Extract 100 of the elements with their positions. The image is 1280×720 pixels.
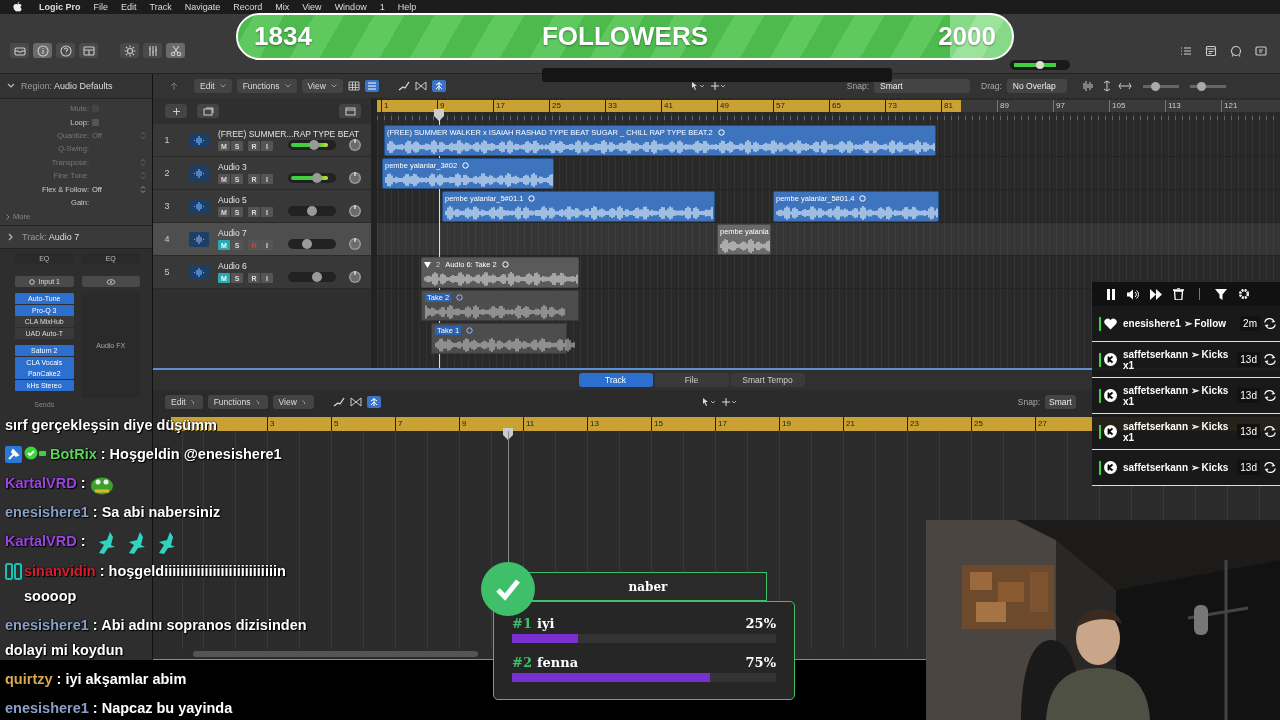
- slider-thumb[interactable]: [311, 272, 322, 282]
- chat-message: KartalVRD :: [5, 474, 86, 493]
- menu-button[interactable]: Functions: [207, 395, 268, 409]
- snap-popup[interactable]: Smart: [1045, 395, 1076, 409]
- slider-thumb[interactable]: [307, 206, 317, 216]
- global-tracks-button[interactable]: [339, 104, 361, 118]
- volume-slider[interactable]: [288, 140, 336, 150]
- track-name[interactable]: Audio 6: [218, 261, 358, 271]
- slider-thumb[interactable]: [311, 173, 322, 183]
- scrollbar[interactable]: [193, 651, 478, 657]
- slider-thumb[interactable]: [302, 239, 313, 249]
- plus-icon: [171, 106, 181, 116]
- flex-icon[interactable]: [414, 81, 427, 91]
- checkbox[interactable]: [92, 118, 99, 126]
- volume-slider[interactable]: [288, 239, 336, 249]
- volume-slider[interactable]: [288, 206, 336, 216]
- add-track-button[interactable]: [165, 104, 187, 118]
- link-button[interactable]: [81, 276, 140, 288]
- list-view-icon[interactable]: [364, 80, 379, 92]
- editor-tab[interactable]: Track: [578, 373, 653, 387]
- catch-icon[interactable]: [366, 396, 381, 408]
- settings-icon[interactable]: [1238, 288, 1250, 300]
- track-name[interactable]: Audio 7: [218, 228, 358, 238]
- marquee-tool-icon[interactable]: [710, 81, 727, 91]
- app-menu[interactable]: Logic Pro: [39, 2, 81, 12]
- pan-knob[interactable]: [348, 237, 362, 251]
- slider-thumb[interactable]: [309, 140, 320, 150]
- menu-item[interactable]: Mix: [275, 2, 290, 12]
- cycle-range[interactable]: [377, 100, 961, 112]
- track-name[interactable]: Audio 5: [218, 195, 358, 205]
- menu-button[interactable]: View: [301, 79, 343, 93]
- menu-item[interactable]: File: [93, 2, 109, 12]
- replay-icon[interactable]: [1264, 390, 1276, 401]
- volume-icon[interactable]: [1127, 288, 1139, 300]
- catch-icon[interactable]: [431, 80, 446, 92]
- skip-icon[interactable]: [1150, 288, 1162, 300]
- flex-icon[interactable]: [349, 397, 362, 407]
- bar-number: 17: [493, 100, 505, 112]
- playhead[interactable]: [434, 109, 444, 121]
- menu-button[interactable]: View: [272, 395, 314, 409]
- alert-time: 13d: [1237, 352, 1260, 367]
- apple-icon[interactable]: [13, 2, 22, 12]
- slider-thumb[interactable]: [1151, 81, 1161, 91]
- pointer-tool-icon[interactable]: [689, 81, 706, 91]
- menu-item[interactable]: View: [302, 2, 322, 12]
- menu-item[interactable]: Window: [334, 2, 367, 12]
- volume-slider[interactable]: [288, 173, 336, 183]
- track-name[interactable]: Audio 3: [218, 162, 358, 172]
- chat-message: enesishere1 : Napcaz bu yayinda: [5, 699, 233, 718]
- duplicate-track-button[interactable]: [197, 104, 219, 118]
- bar-number: 5: [331, 417, 339, 431]
- menu-button[interactable]: Functions: [236, 79, 297, 93]
- automation-icon[interactable]: [332, 397, 345, 407]
- slider-thumb[interactable]: [1196, 81, 1206, 91]
- replay-icon[interactable]: [1264, 426, 1276, 437]
- disclosure-triangle-icon[interactable]: [424, 261, 431, 268]
- pause-icon[interactable]: [1106, 288, 1116, 300]
- editor-tab[interactable]: Smart Tempo: [730, 373, 805, 387]
- menu-item[interactable]: Help: [397, 2, 417, 12]
- back-arrow-icon[interactable]: [169, 81, 179, 91]
- pan-knob[interactable]: [348, 171, 362, 185]
- menu-button[interactable]: Edit: [165, 395, 203, 409]
- marquee-tool-icon[interactable]: [721, 397, 738, 407]
- option-label: iyi: [536, 616, 555, 631]
- trash-icon[interactable]: [1173, 288, 1184, 300]
- replay-icon[interactable]: [1264, 462, 1276, 473]
- menu-item[interactable]: Navigate: [184, 2, 221, 12]
- pan-knob[interactable]: [348, 270, 362, 284]
- pointer-tool-icon[interactable]: [700, 397, 717, 407]
- output-meter[interactable]: [1010, 60, 1070, 70]
- audio-track-icon: [189, 165, 209, 181]
- editor-tab[interactable]: File: [654, 373, 729, 387]
- slider-thumb[interactable]: [1036, 61, 1044, 69]
- inspector-title: Region: Audio Defaults: [21, 81, 113, 91]
- drag-popup[interactable]: No Overlap: [1006, 79, 1067, 93]
- horizontal-zoom-icon[interactable]: [1117, 80, 1132, 92]
- menu-item[interactable]: Record: [233, 2, 263, 12]
- chevron-right-icon[interactable]: [8, 233, 14, 242]
- bar-number: 1: [381, 100, 389, 112]
- menu-item[interactable]: Edit: [121, 2, 137, 12]
- snap-popup[interactable]: Smart: [874, 79, 970, 93]
- menu-item[interactable]: 1: [379, 2, 385, 12]
- menu-item[interactable]: Track: [149, 2, 172, 12]
- zoom-slider[interactable]: [1142, 84, 1179, 88]
- menu-button[interactable]: Edit: [194, 79, 232, 93]
- zoom-slider[interactable]: [1189, 84, 1226, 88]
- replay-icon[interactable]: [1264, 354, 1276, 365]
- track-name[interactable]: (FREE) SUMMER...RAP TYPE BEAT: [218, 129, 358, 139]
- chevron-down-icon[interactable]: [7, 83, 15, 89]
- alert-time: 2m: [1240, 316, 1260, 331]
- replay-icon[interactable]: [1264, 318, 1276, 329]
- automation-icon[interactable]: [397, 81, 410, 91]
- chevron-right-icon[interactable]: [6, 213, 10, 220]
- pan-knob[interactable]: [348, 138, 362, 152]
- grid-view-icon[interactable]: [347, 81, 360, 91]
- volume-slider[interactable]: [288, 272, 336, 282]
- pan-knob[interactable]: [348, 204, 362, 218]
- playhead[interactable]: [503, 428, 513, 440]
- filter-icon[interactable]: [1215, 288, 1227, 300]
- bar-number: 27: [1035, 417, 1047, 431]
